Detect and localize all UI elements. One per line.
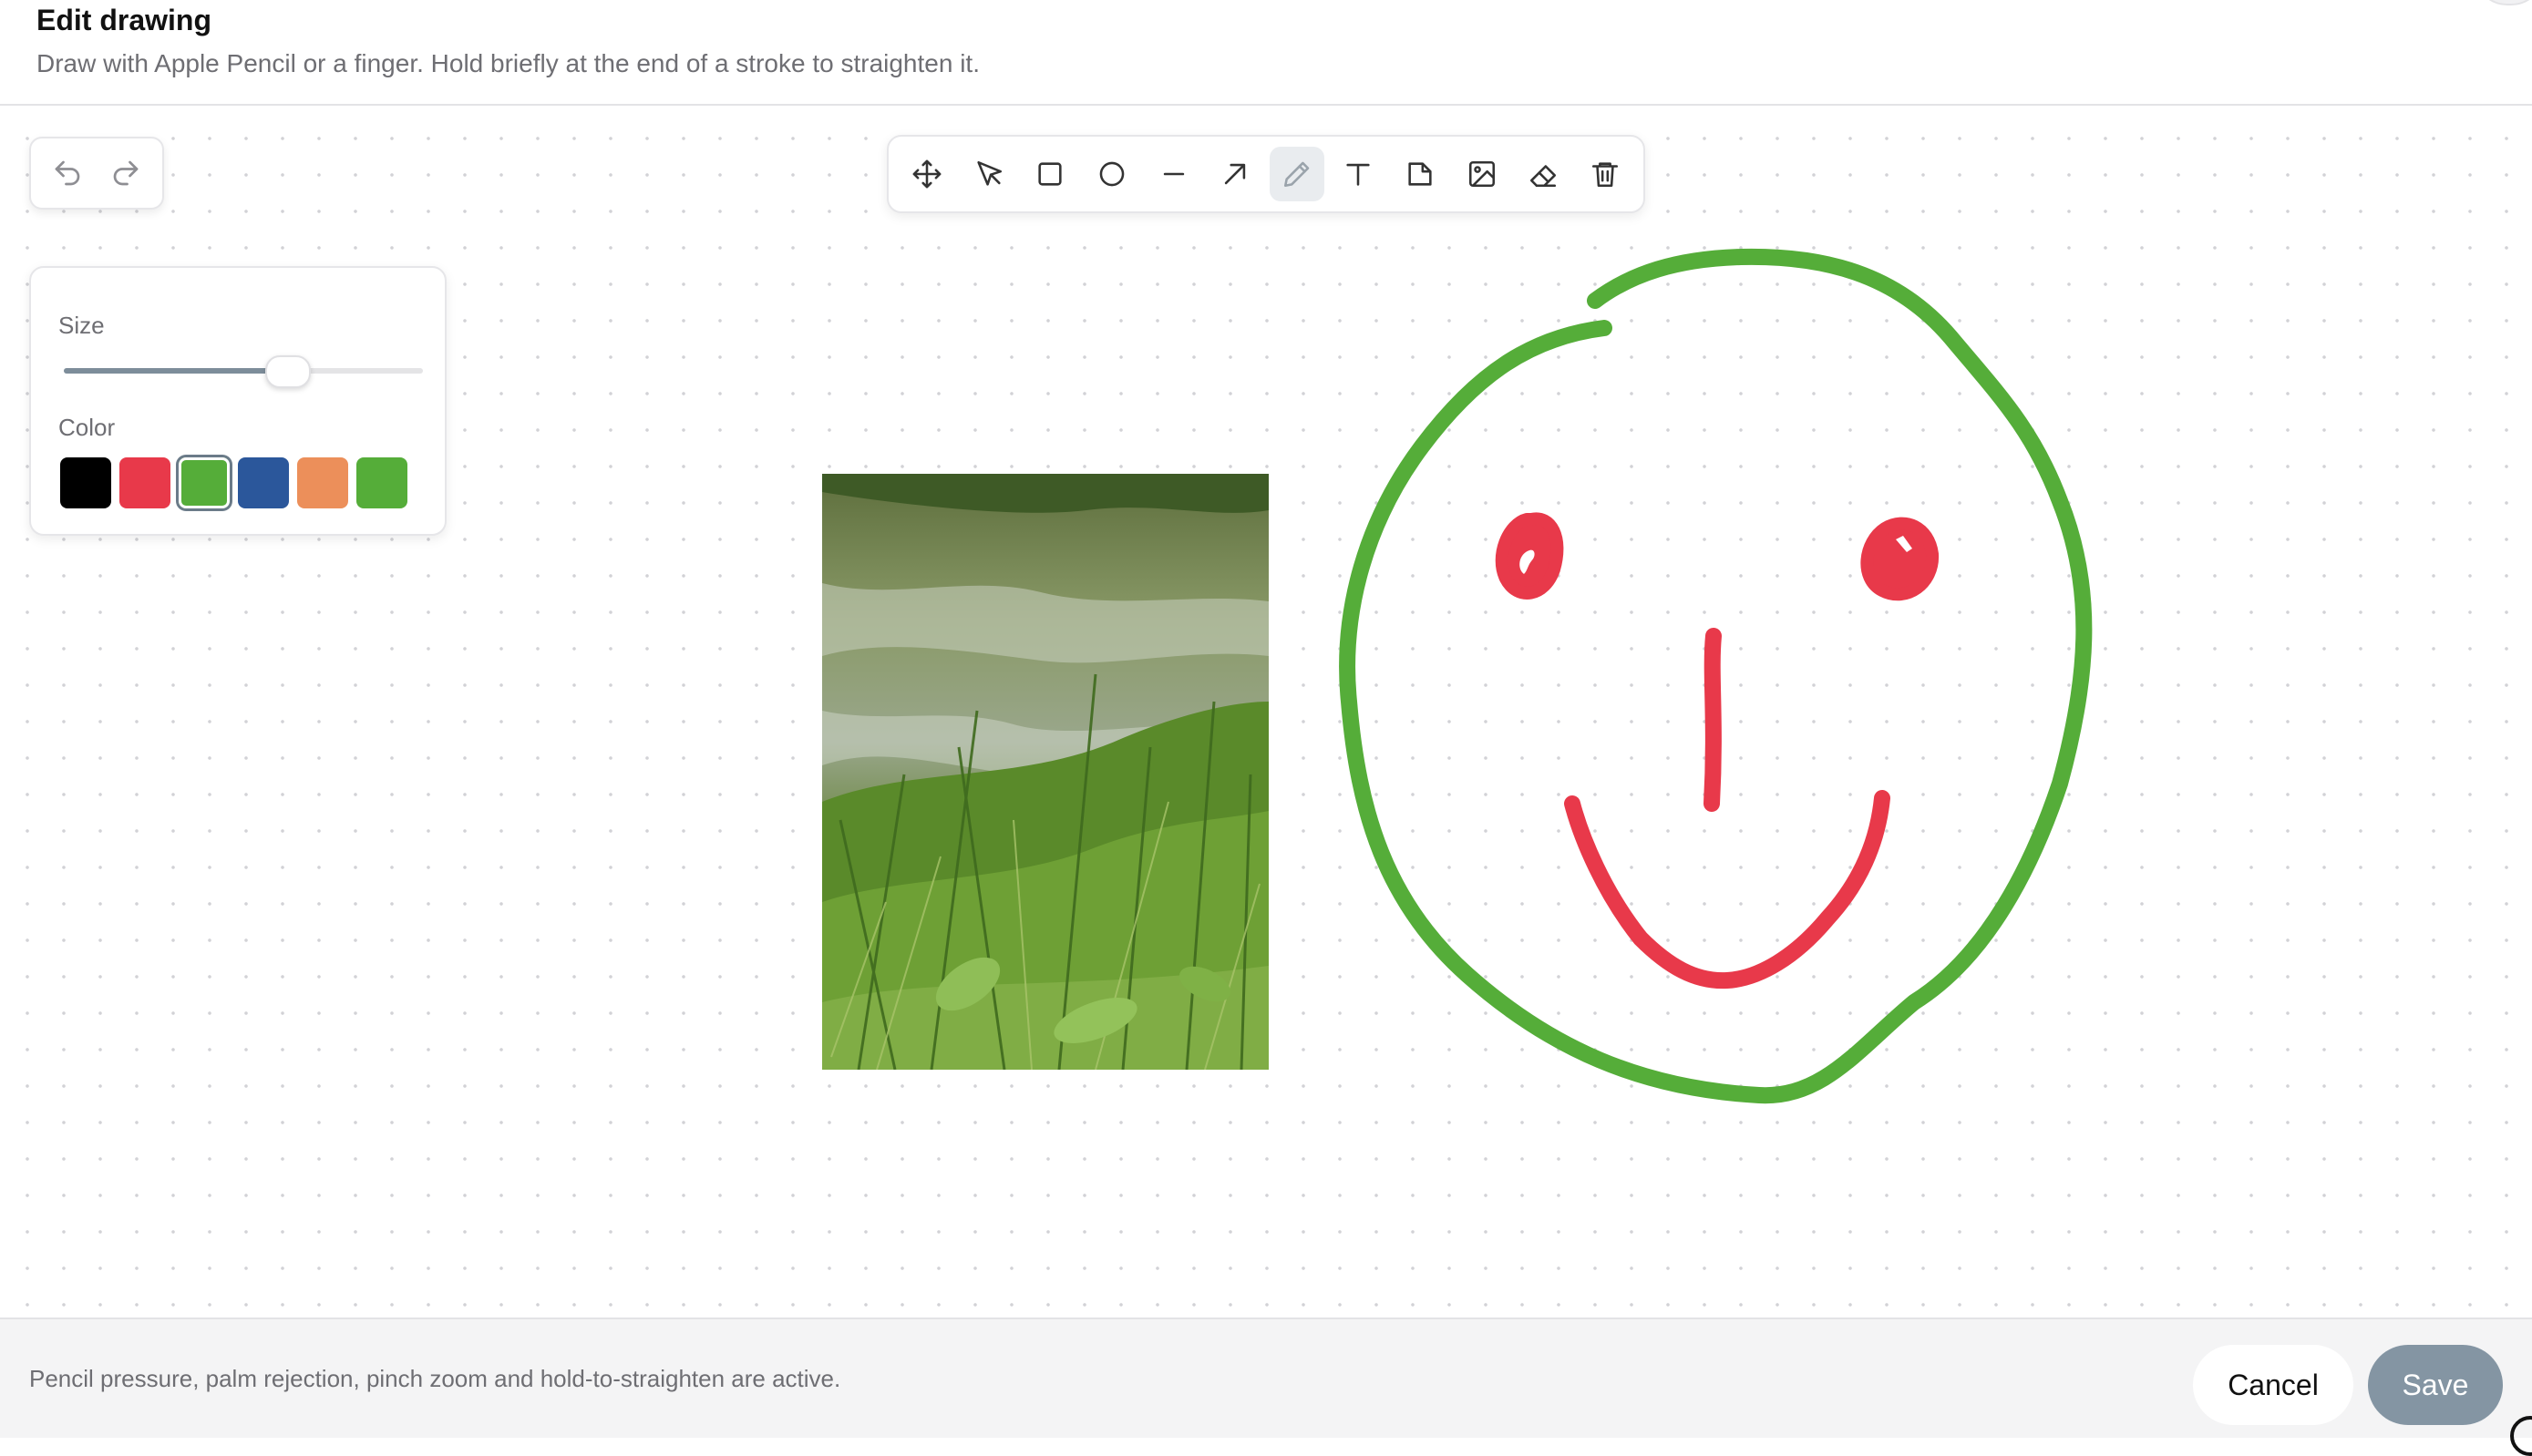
save-button[interactable]: Save <box>2368 1345 2503 1425</box>
color-swatch-2[interactable] <box>119 457 170 508</box>
circle-icon[interactable] <box>1085 147 1139 201</box>
color-swatch-1[interactable] <box>60 457 111 508</box>
right-eye-stroke[interactable] <box>1860 517 1940 601</box>
color-swatches <box>60 457 407 508</box>
note-icon[interactable] <box>1393 147 1447 201</box>
history-controls <box>29 137 164 210</box>
dialog-footer: Pencil pressure, palm rejection, pinch z… <box>0 1318 2532 1456</box>
mouth-stroke[interactable] <box>1564 790 1890 989</box>
dialog-header: Edit drawing Draw with Apple Pencil or a… <box>0 0 2532 106</box>
color-swatch-5[interactable] <box>297 457 348 508</box>
image-icon[interactable] <box>1455 147 1509 201</box>
square-icon[interactable] <box>1023 147 1077 201</box>
redo-icon[interactable] <box>103 150 149 196</box>
header-corner-control <box>2474 0 2532 5</box>
tool-toolbar <box>887 135 1645 213</box>
undo-icon[interactable] <box>45 150 90 196</box>
color-label: Color <box>58 414 116 441</box>
stroke-properties-panel: Size Color <box>29 266 447 536</box>
cancel-button[interactable]: Cancel <box>2193 1345 2353 1425</box>
cursor-icon[interactable] <box>962 147 1016 201</box>
arrow-icon[interactable] <box>1208 147 1262 201</box>
size-slider-thumb[interactable] <box>265 355 312 388</box>
freehand-drawing[interactable] <box>1312 246 2133 1184</box>
corner-indicator <box>2510 1416 2532 1456</box>
pencil-icon[interactable] <box>1269 147 1324 201</box>
dialog-title: Edit drawing <box>36 4 211 36</box>
size-label: Size <box>58 312 105 339</box>
size-slider[interactable] <box>64 355 423 388</box>
status-note: Pencil pressure, palm rejection, pinch z… <box>29 1365 841 1392</box>
eraser-icon[interactable] <box>1516 147 1570 201</box>
move-icon[interactable] <box>900 147 954 201</box>
trash-icon[interactable] <box>1578 147 1632 201</box>
inserted-photo[interactable] <box>822 474 1269 1070</box>
color-swatch-3[interactable] <box>179 457 230 508</box>
color-swatch-6[interactable] <box>356 457 407 508</box>
color-swatch-4[interactable] <box>238 457 289 508</box>
text-icon[interactable] <box>1331 147 1385 201</box>
dialog-subtitle: Draw with Apple Pencil or a finger. Hold… <box>36 49 980 77</box>
nose-stroke[interactable] <box>1703 628 1722 812</box>
line-icon[interactable] <box>1147 147 1201 201</box>
size-slider-fill <box>64 368 287 374</box>
